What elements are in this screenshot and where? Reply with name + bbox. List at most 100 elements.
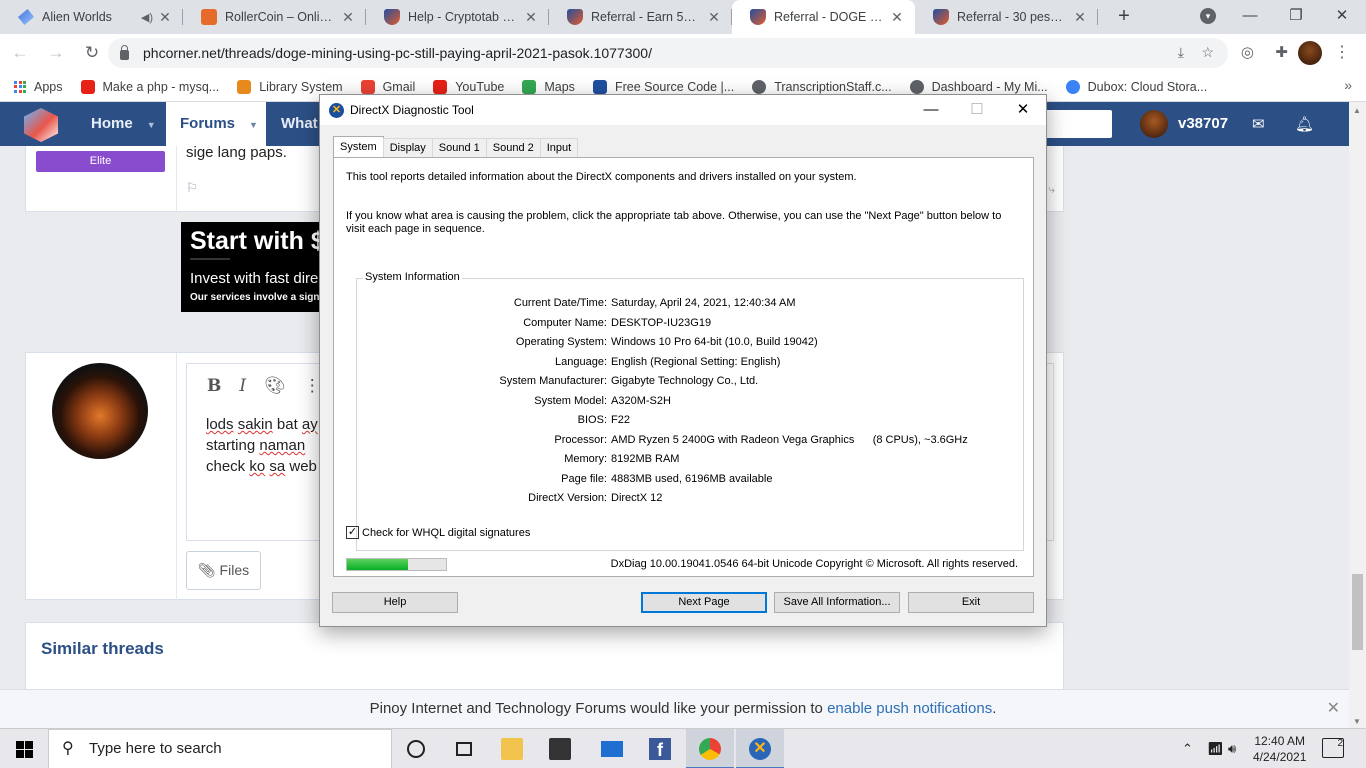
more-bookmarks-icon[interactable]: » (1344, 77, 1352, 93)
share-icon[interactable]: ⤷ (1048, 182, 1055, 197)
report-flag-icon[interactable]: ⚐ (186, 180, 198, 196)
dx-tab-input[interactable]: Input (539, 138, 579, 158)
system-clock[interactable]: 12:40 AM 4/24/2021 (1253, 733, 1306, 765)
italic-icon[interactable]: I (239, 376, 246, 396)
palette-icon[interactable]: 🎨︎ (264, 376, 286, 396)
task-view-icon[interactable] (440, 729, 488, 768)
bold-icon[interactable]: B (207, 376, 221, 396)
store-icon[interactable] (536, 729, 584, 768)
address-bar[interactable]: phcorner.net/threads/doge-mining-using-p… (108, 38, 1228, 68)
bookmark-item[interactable]: Dubox: Cloud Stora... (1065, 79, 1208, 94)
close-tab-icon[interactable]: ✕ (889, 9, 905, 25)
dxdiag-titlebar[interactable]: ✕ DirectX Diagnostic Tool — ☐ ✕ (320, 95, 1046, 125)
scroll-up-icon[interactable]: ▲ (1353, 106, 1361, 115)
reply-avatar[interactable] (52, 363, 148, 459)
directx-icon[interactable]: ✕ (736, 729, 784, 768)
dx-maximize-button[interactable]: ☐ (954, 95, 1000, 125)
extension-icon[interactable]: ◎ (1241, 43, 1254, 61)
scroll-thumb[interactable] (1352, 574, 1363, 650)
close-icon[interactable]: ✕ (1327, 690, 1340, 728)
bookmark-label: Dubox: Cloud Stora... (1087, 79, 1208, 94)
notification-center-icon[interactable]: 2 (1322, 738, 1344, 758)
nav-forums[interactable]: Forums ▼ (166, 102, 266, 146)
audio-playing-icon[interactable]: ◀) (141, 11, 153, 24)
site-logo[interactable] (24, 108, 58, 142)
dx-tab-display[interactable]: Display (382, 138, 433, 158)
bookmark-item[interactable]: Maps (522, 79, 575, 94)
profile-avatar[interactable] (1298, 41, 1322, 65)
start-button[interactable] (0, 729, 48, 768)
bookmark-item[interactable]: YouTube (433, 79, 504, 94)
scroll-down-icon[interactable]: ▼ (1353, 717, 1361, 726)
chrome-icon[interactable] (686, 729, 734, 768)
page-scrollbar[interactable]: ▲ ▼ (1349, 102, 1366, 730)
whql-checkbox[interactable]: ✓ Check for WHQL digital signatures (346, 526, 530, 539)
bookmark-item[interactable]: Free Source Code |... (592, 79, 734, 94)
browser-tab[interactable]: RollerCoin – Online Bit ✕ (183, 0, 366, 34)
bookmark-label: TranscriptionStaff.c... (774, 79, 892, 94)
help-button[interactable]: Help (332, 592, 458, 613)
browser-tab[interactable]: Referral - DOGE MINING ✕ (732, 0, 915, 34)
user-avatar[interactable] (1140, 110, 1168, 138)
dx-tab-system[interactable]: System (333, 136, 384, 158)
bookmark-item[interactable]: Make a php - mysq... (80, 79, 219, 94)
dx-close-button[interactable]: ✕ (1000, 95, 1046, 125)
username[interactable]: v38707 (1178, 102, 1228, 146)
browser-tab[interactable]: Help - Cryptotab Pro g ✕ (366, 0, 549, 34)
bell-icon[interactable]: 🔔︎ (1295, 115, 1314, 133)
dx-tab-sound-2[interactable]: Sound 2 (485, 138, 541, 158)
close-tab-icon[interactable]: ✕ (1072, 9, 1088, 25)
close-tab-icon[interactable]: ✕ (157, 9, 173, 25)
bookmark-item[interactable]: TranscriptionStaff.c... (752, 79, 892, 94)
browser-tab[interactable]: Referral - 30 pesos mo ✕ (915, 0, 1098, 34)
enable-push-link[interactable]: enable push notifications (827, 700, 992, 717)
reload-button[interactable]: ↻ (76, 37, 108, 69)
lock-icon[interactable] (120, 45, 129, 60)
forward-button[interactable]: → (40, 37, 72, 69)
close-tab-icon[interactable]: ✕ (706, 9, 722, 25)
inbox-icon[interactable]: ✉ (1252, 115, 1265, 133)
advertisement-banner[interactable]: Start with $ Invest with fast dire Our s… (181, 222, 341, 312)
bookmark-item[interactable]: Dashboard - My Mi... (909, 79, 1048, 94)
taskbar-search-box[interactable]: ⚲ Type here to search (48, 729, 392, 768)
bookmark-item[interactable]: Library System (237, 79, 343, 94)
browser-tab[interactable]: Alien Worlds ◀) ✕ (0, 0, 183, 34)
site-search-input[interactable] (1040, 110, 1112, 138)
show-hidden-icons[interactable]: ⌃ (1182, 729, 1193, 768)
checkbox-icon[interactable]: ✓ (346, 526, 359, 539)
close-tab-icon[interactable]: ✕ (523, 9, 539, 25)
dx-minimize-button[interactable]: — (908, 95, 954, 125)
extensions-puzzle-icon[interactable]: ✚ (1275, 43, 1288, 61)
browser-tab[interactable]: Referral - Earn 5$ upto ✕ (549, 0, 732, 34)
minimize-button[interactable]: — (1227, 0, 1273, 34)
file-explorer-icon[interactable] (488, 729, 536, 768)
install-app-icon[interactable]: ⤓ (1178, 44, 1184, 61)
network-icon[interactable]: 📶︎ (1207, 729, 1224, 768)
mail-icon[interactable] (588, 729, 636, 768)
next-page-button[interactable]: Next Page (641, 592, 767, 613)
exit-button[interactable]: Exit (908, 592, 1034, 613)
attach-files-button[interactable]: 📎︎ Files (186, 551, 261, 590)
nav-home[interactable]: Home ▼ (67, 102, 166, 146)
nav-whats-new[interactable]: What (266, 102, 318, 146)
back-button[interactable]: ← (4, 37, 36, 69)
system-info-row: Current Date/Time: Saturday, April 24, 20… (357, 297, 1023, 317)
bookmark-item[interactable]: Apps (14, 80, 63, 94)
new-tab-button[interactable]: + (1110, 3, 1138, 31)
editor-text[interactable]: lods sakin bat ay starting naman check k… (206, 414, 318, 477)
info-key: Current Date/Time: (513, 297, 607, 309)
close-window-button[interactable]: ✕ (1319, 0, 1365, 34)
save-all-information-button[interactable]: Save All Information... (774, 592, 900, 613)
bookmark-item[interactable]: Gmail (360, 79, 415, 94)
facebook-icon[interactable]: f (636, 729, 684, 768)
tab-search-icon[interactable]: ▾ (1200, 8, 1216, 24)
close-tab-icon[interactable]: ✕ (340, 9, 356, 25)
restore-button[interactable]: ❐ (1273, 0, 1319, 34)
chevron-down-icon[interactable]: ▼ (249, 120, 258, 130)
cortana-icon[interactable] (392, 729, 440, 768)
chevron-down-icon[interactable]: ▼ (147, 120, 156, 130)
menu-kebab-icon[interactable]: ⋮ (1334, 42, 1350, 62)
bookmark-star-icon[interactable]: ☆ (1201, 44, 1214, 61)
volume-icon[interactable]: 🔊︎ (1228, 729, 1236, 768)
dx-tab-sound-1[interactable]: Sound 1 (431, 138, 487, 158)
